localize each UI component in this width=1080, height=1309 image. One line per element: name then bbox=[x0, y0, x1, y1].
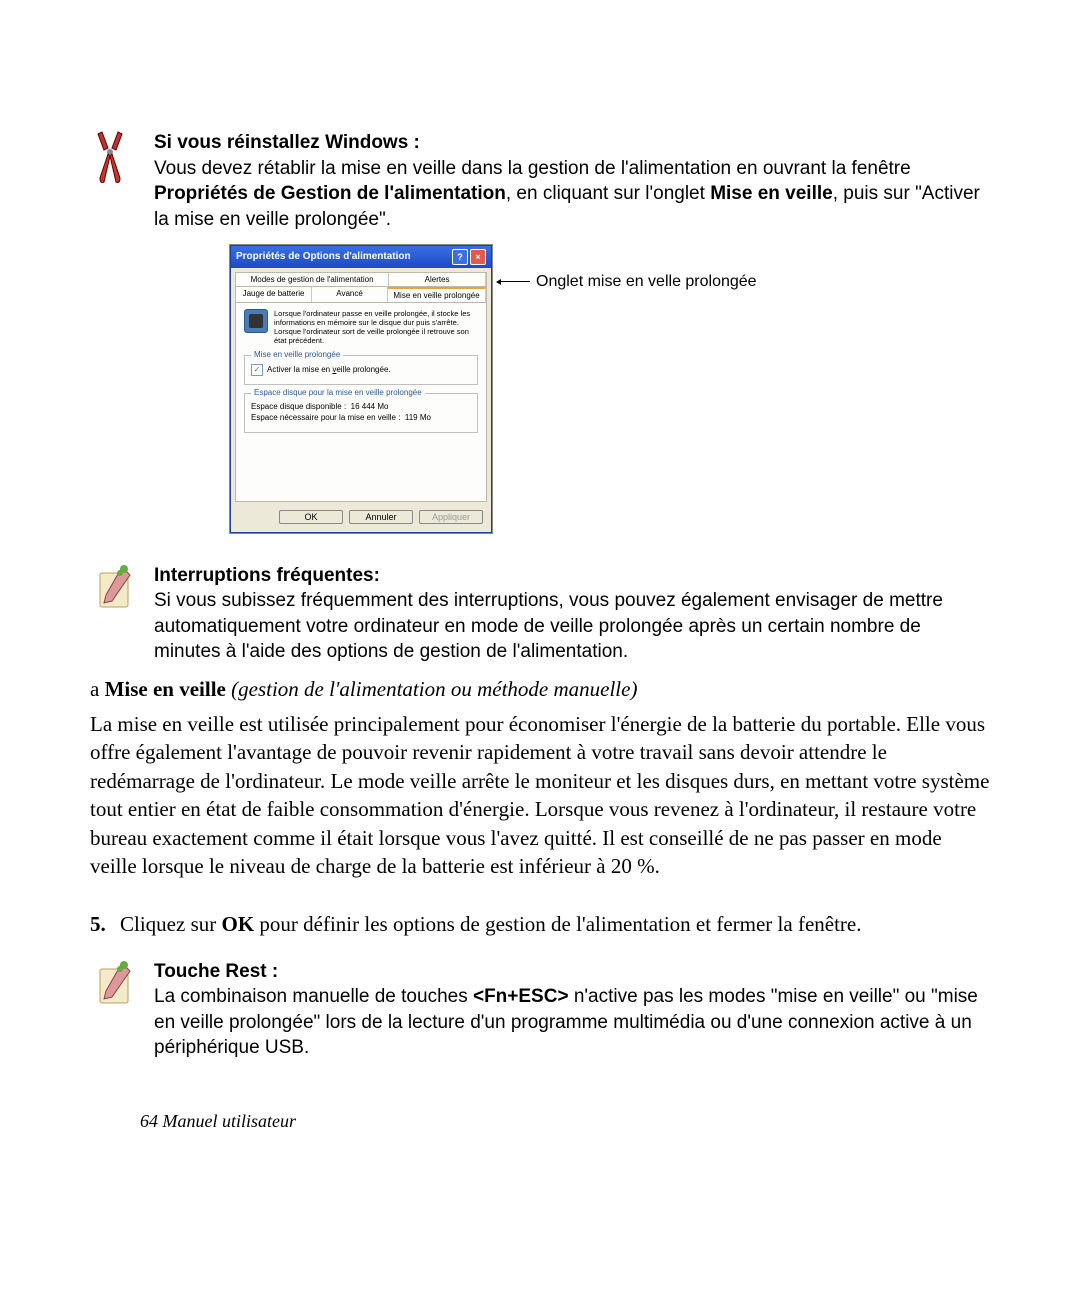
enable-hibernate-checkbox[interactable]: ✓ bbox=[251, 364, 263, 376]
callout-label: Onglet mise en velle prolongée bbox=[536, 273, 757, 291]
tab-content: Lorsque l'ordinateur passe en veille pro… bbox=[236, 303, 486, 497]
dialog-tabs: Modes de gestion de l'alimentation Alert… bbox=[235, 272, 487, 502]
help-icon[interactable]: ? bbox=[452, 249, 468, 265]
enable-hibernate-label: Activer la mise en veille prolongée. bbox=[267, 365, 391, 374]
step-text: Cliquez sur OK pour définir les options … bbox=[120, 910, 862, 938]
note-rest-key: Touche Rest : La combinaison manuelle de… bbox=[90, 959, 990, 1062]
note-interruptions: Interruptions fréquentes: Si vous subiss… bbox=[90, 563, 990, 666]
note-interruptions-title: Interruptions fréquentes: bbox=[154, 565, 380, 586]
page-number: 64 bbox=[140, 1111, 158, 1131]
note-reinstall-title: Si vous réinstallez Windows : bbox=[154, 132, 420, 153]
standby-body-text: La mise en veille est utilisée principal… bbox=[90, 710, 990, 880]
tab-hibernate[interactable]: Mise en veille prolongée bbox=[388, 287, 486, 302]
pliers-icon bbox=[90, 130, 140, 188]
fieldset-disk-space: Espace disque pour la mise en veille pro… bbox=[244, 393, 478, 433]
dialog-wrap: Propriétés de Options d'alimentation ? ×… bbox=[230, 245, 990, 533]
tab-advanced[interactable]: Avancé bbox=[312, 287, 388, 302]
step-5: 5. Cliquez sur OK pour définir les optio… bbox=[90, 910, 990, 938]
monitor-icon bbox=[244, 309, 268, 333]
note-rest-key-text: Touche Rest : La combinaison manuelle de… bbox=[154, 959, 990, 1062]
apply-button[interactable]: Appliquer bbox=[419, 510, 483, 524]
fieldset-hibernate: Mise en veille prolongée ✓ Activer la mi… bbox=[244, 355, 478, 385]
tab-power-schemes[interactable]: Modes de gestion de l'alimentation bbox=[236, 273, 389, 286]
ok-button[interactable]: OK bbox=[279, 510, 343, 524]
note-rest-title: Touche Rest : bbox=[154, 961, 278, 982]
cancel-button[interactable]: Annuler bbox=[349, 510, 413, 524]
pencil-note-icon bbox=[90, 563, 140, 613]
footer-label: Manuel utilisateur bbox=[158, 1111, 296, 1131]
close-icon[interactable]: × bbox=[470, 249, 486, 265]
tab-alerts[interactable]: Alertes bbox=[389, 273, 486, 286]
note-reinstall: Si vous réinstallez Windows : Vous devez… bbox=[90, 130, 990, 233]
pencil-note-icon-2 bbox=[90, 959, 140, 1009]
step-number: 5. bbox=[90, 910, 120, 938]
power-options-dialog: Propriétés de Options d'alimentation ? ×… bbox=[230, 245, 492, 533]
note-interruptions-text: Interruptions fréquentes: Si vous subiss… bbox=[154, 563, 990, 666]
disk-free-line: Espace disque disponible : 16 444 Mo bbox=[251, 402, 471, 411]
fieldset-hibernate-legend: Mise en veille prolongée bbox=[251, 350, 343, 359]
dialog-title: Propriétés de Options d'alimentation bbox=[236, 251, 411, 262]
callout-hibernate-tab: Onglet mise en velle prolongée bbox=[500, 273, 757, 291]
tab-battery-gauge[interactable]: Jauge de batterie bbox=[236, 287, 312, 302]
manual-page: Si vous réinstallez Windows : Vous devez… bbox=[0, 0, 1080, 1192]
dialog-button-row: OK Annuler Appliquer bbox=[231, 506, 491, 532]
callout-arrow bbox=[500, 281, 530, 282]
fieldset-disk-legend: Espace disque pour la mise en veille pro… bbox=[251, 388, 425, 397]
disk-req-line: Espace nécessaire pour la mise en veille… bbox=[251, 413, 471, 422]
dialog-titlebar: Propriétés de Options d'alimentation ? × bbox=[231, 246, 491, 268]
hibernate-info-text: Lorsque l'ordinateur passe en veille pro… bbox=[274, 309, 478, 345]
section-standby-title: a Mise en veille (gestion de l'alimentat… bbox=[90, 677, 990, 702]
note-reinstall-text: Si vous réinstallez Windows : Vous devez… bbox=[154, 130, 990, 233]
page-footer: 64 Manuel utilisateur bbox=[90, 1111, 990, 1132]
